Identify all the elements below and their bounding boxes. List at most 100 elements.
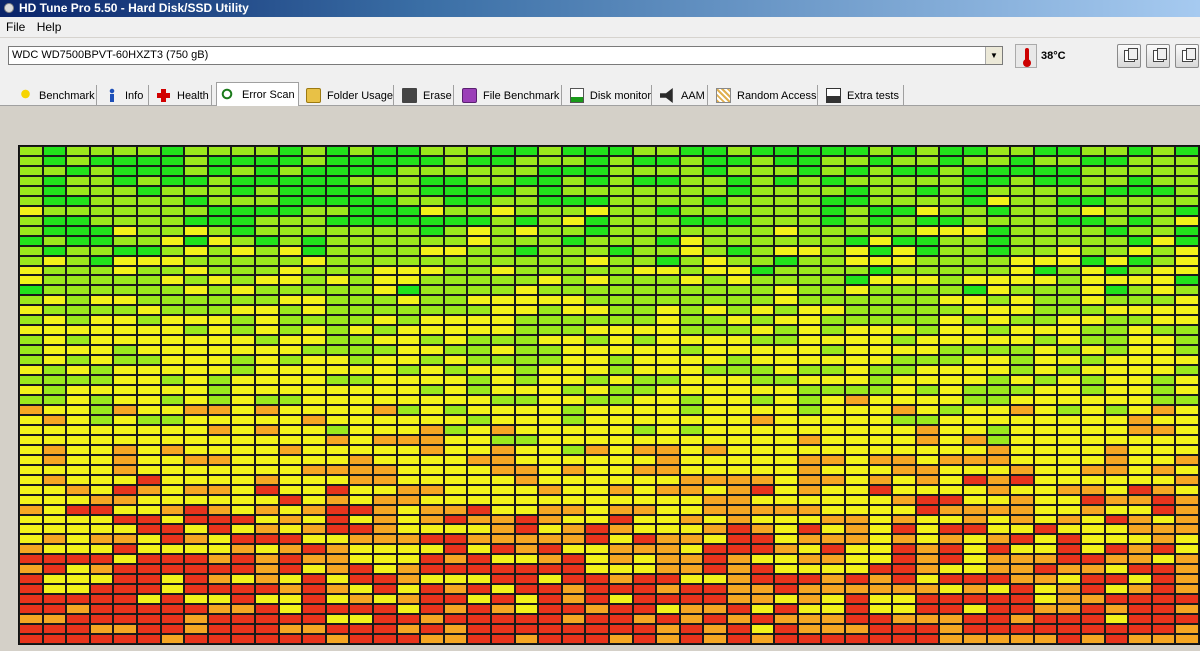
scan-block [585, 514, 609, 525]
scan-block [231, 514, 255, 525]
scan-block [207, 335, 232, 346]
menu-help[interactable]: Help [33, 17, 66, 38]
copy-text-button[interactable] [1117, 44, 1141, 68]
tab-label: Benchmark [39, 89, 95, 102]
scan-block [797, 544, 822, 555]
scan-block [1010, 624, 1034, 635]
scan-block [42, 424, 67, 435]
scan-block [1151, 504, 1176, 515]
scan-block [821, 574, 845, 585]
tab-folder-usage[interactable]: Folder Usage [302, 85, 394, 106]
scan-block [845, 285, 869, 296]
tab-aam[interactable]: AAM [656, 85, 708, 106]
scan-block [868, 225, 893, 236]
scan-block [184, 325, 208, 336]
scan-block [278, 225, 303, 236]
scan-block [538, 494, 562, 505]
scan-block [1128, 584, 1152, 595]
scan-block [255, 414, 279, 425]
tab-info[interactable]: Info [100, 85, 149, 106]
scan-block [325, 325, 350, 336]
scan-block [939, 315, 963, 326]
scan-block [656, 146, 680, 156]
scan-block [963, 424, 987, 435]
scan-block [679, 444, 704, 455]
scan-block [939, 494, 963, 505]
scan-block [1175, 275, 1199, 286]
tab-benchmark[interactable]: Benchmark [14, 85, 97, 106]
scan-block [703, 584, 727, 595]
scan-block [797, 614, 822, 625]
scan-block [66, 225, 90, 236]
scan-block [1128, 395, 1152, 405]
scan-block [42, 225, 67, 236]
scan-block [396, 215, 421, 226]
scan-block [160, 584, 185, 595]
scan-block [797, 165, 822, 176]
save-screenshot-button[interactable] [1175, 44, 1199, 68]
copy-screenshot-button[interactable] [1146, 44, 1170, 68]
scan-block [939, 146, 963, 156]
scan-block [1057, 614, 1081, 625]
scan-block [184, 544, 208, 555]
scan-block [302, 574, 326, 585]
scan-block [561, 195, 586, 206]
scan-block [609, 265, 633, 276]
scan-block [821, 205, 845, 216]
scan-block [467, 624, 491, 635]
tab-erase[interactable]: Erase [398, 85, 454, 106]
scan-block [373, 634, 397, 644]
scan-block [231, 614, 255, 625]
tab-file-benchmark[interactable]: File Benchmark [458, 85, 562, 106]
scan-block [868, 614, 893, 625]
scan-block [797, 414, 822, 425]
scan-block [89, 325, 114, 336]
tab-random-access[interactable]: Random Access [712, 85, 818, 106]
scan-block [42, 504, 67, 515]
scan-block [349, 564, 373, 575]
scan-block [325, 434, 350, 445]
scan-block [821, 444, 845, 455]
scan-block [727, 205, 751, 216]
scan-block [656, 295, 680, 306]
scan-block [373, 225, 397, 236]
scan-block [207, 524, 232, 535]
scan-block [892, 594, 916, 605]
scan-block [89, 146, 114, 156]
scan-block [821, 285, 845, 296]
scan-block [585, 305, 609, 316]
scan-block [1081, 395, 1105, 405]
scan-block [939, 414, 963, 425]
tab-health[interactable]: Health [152, 85, 212, 106]
tab-extra-tests[interactable]: Extra tests [822, 85, 904, 106]
scan-block [561, 335, 586, 346]
scan-block [19, 165, 43, 176]
scan-block [349, 325, 373, 336]
scan-block [1151, 514, 1176, 525]
scan-block [373, 195, 397, 206]
scan-block [703, 375, 727, 386]
menu-file[interactable]: File [2, 17, 29, 38]
tab-disk-monitor[interactable]: Disk monitor [566, 85, 652, 106]
scan-block [467, 564, 491, 575]
scan-block [19, 395, 43, 405]
scan-block [1081, 624, 1105, 635]
scan-block [231, 574, 255, 585]
scan-block [89, 355, 114, 366]
scan-block [703, 554, 727, 565]
scan-block [1128, 146, 1152, 156]
tab-error-scan[interactable]: Error Scan [216, 82, 299, 107]
scan-block [585, 524, 609, 535]
scan-block [561, 614, 586, 625]
chevron-down-icon[interactable]: ▼ [985, 47, 1002, 64]
scan-block [727, 265, 751, 276]
scan-block [113, 185, 137, 196]
scan-block [443, 434, 468, 445]
scan-block [137, 185, 161, 196]
scan-block [1057, 305, 1081, 316]
scan-block [1104, 624, 1129, 635]
drive-select[interactable]: WDC WD7500BPVT-60HXZT3 (750 gB) ▼ [8, 46, 1003, 65]
scan-block [845, 215, 869, 226]
scan-block [278, 444, 303, 455]
scan-block [137, 225, 161, 236]
